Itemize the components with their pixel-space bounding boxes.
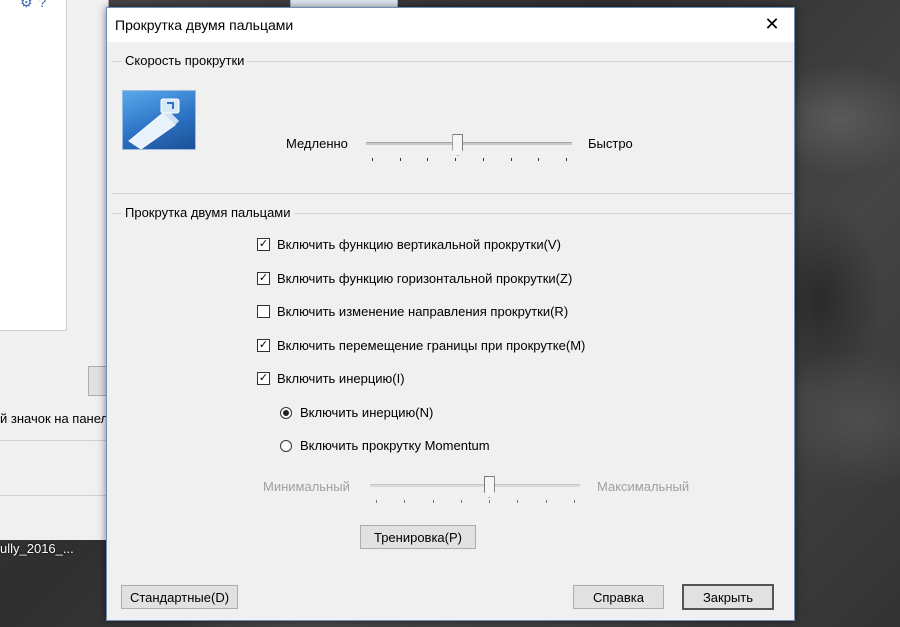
background-divider — [0, 440, 108, 441]
slider-tick — [460, 500, 462, 503]
momentum-slider-track — [370, 484, 580, 487]
speed-slow-label: Медленно — [286, 136, 348, 151]
scroll-speed-slider[interactable] — [366, 134, 572, 164]
slider-thumb[interactable] — [483, 476, 495, 498]
two-finger-group-label: Прокрутка двумя пальцами — [122, 205, 294, 220]
defaults-button[interactable]: Стандартные(D) — [121, 585, 238, 609]
speed-fast-label: Быстро — [588, 136, 633, 151]
checkbox-label: Включить функцию горизонтальной прокрутк… — [277, 271, 573, 286]
slider-tick — [427, 158, 429, 161]
radio-label: Включить прокрутку Momentum — [300, 438, 490, 453]
radio-circle[interactable] — [280, 439, 292, 452]
slider-tick — [455, 158, 457, 161]
inertia-radio[interactable]: Включить инерцию(N) — [280, 405, 433, 420]
scroll-speed-group-label: Скорость прокрутки — [122, 53, 248, 68]
radio-circle[interactable] — [280, 406, 292, 419]
slider-tick — [404, 500, 406, 503]
background-window: ⚙? й значок на панел — [0, 0, 120, 540]
radio-selected-dot — [283, 409, 289, 416]
background-divider — [0, 495, 108, 496]
vertical-scroll-checkbox[interactable]: ✓ Включить функцию вертикальной прокрутк… — [257, 237, 561, 252]
slider-tick — [489, 500, 491, 503]
checkbox-label: Включить изменение направления прокрутки… — [277, 304, 569, 319]
two-finger-scroll-group: Прокрутка двумя пальцами ✓ Включить функ… — [112, 205, 793, 572]
slider-tick — [510, 158, 512, 161]
checkbox-box[interactable]: ✓ — [257, 339, 270, 352]
slider-tick — [517, 500, 519, 503]
reverse-direction-checkbox[interactable]: Включить изменение направления прокрутки… — [257, 304, 568, 319]
slider-tick — [538, 158, 540, 161]
momentum-slider[interactable] — [370, 476, 580, 506]
scroll-speed-group: Скорость прокрутки Медленно Быстро — [112, 53, 793, 194]
slider-thumb[interactable] — [452, 134, 464, 156]
momentum-max-label: Максимальный — [597, 479, 690, 494]
momentum-radio[interactable]: Включить прокрутку Momentum — [280, 438, 490, 453]
checkbox-box[interactable]: ✓ — [257, 372, 270, 385]
radio-label: Включить инерцию(N) — [300, 405, 434, 420]
slider-tick — [545, 500, 547, 503]
slider-tick — [376, 500, 377, 503]
dialog-titlebar[interactable]: Прокрутка двумя пальцами ✕ — [107, 8, 794, 42]
checkbox-label: Включить перемещение границы при прокрут… — [277, 338, 586, 353]
background-window-text: й значок на панел — [0, 411, 108, 426]
checkbox-box[interactable] — [257, 305, 270, 318]
background-list-panel — [0, 0, 67, 331]
dialog-title: Прокрутка двумя пальцами — [115, 17, 294, 33]
checkbox-label: Включить функцию вертикальной прокрутки(… — [277, 237, 561, 252]
checkbox-box[interactable]: ✓ — [257, 238, 270, 251]
inertia-checkbox[interactable]: ✓ Включить инерцию(I) — [257, 371, 405, 386]
slider-tick — [566, 158, 567, 161]
background-toolbar-icons: ⚙? — [20, 0, 53, 10]
checkbox-box[interactable]: ✓ — [257, 272, 270, 285]
slider-tick — [482, 158, 484, 161]
momentum-min-label: Минимальный — [263, 479, 350, 494]
slider-tick — [399, 158, 401, 161]
slider-tick — [372, 158, 373, 161]
scroll-speed-slider-track — [366, 142, 572, 145]
scroll-speed-illustration-icon — [122, 90, 196, 150]
slider-tick — [574, 500, 575, 503]
two-finger-scroll-dialog: Прокрутка двумя пальцами ✕ Скорость прок… — [106, 7, 795, 621]
horizontal-scroll-checkbox[interactable]: ✓ Включить функцию горизонтальной прокру… — [257, 271, 572, 286]
training-button[interactable]: Тренировка(P) — [360, 525, 476, 549]
close-icon[interactable]: ✕ — [750, 8, 794, 40]
checkbox-label: Включить инерцию(I) — [277, 371, 405, 386]
slider-tick — [432, 500, 434, 503]
desktop-file-label[interactable]: ully_2016_... — [0, 541, 74, 556]
help-button[interactable]: Справка — [573, 585, 664, 609]
close-button[interactable]: Закрыть — [682, 584, 774, 610]
edge-motion-checkbox[interactable]: ✓ Включить перемещение границы при прокр… — [257, 338, 585, 353]
